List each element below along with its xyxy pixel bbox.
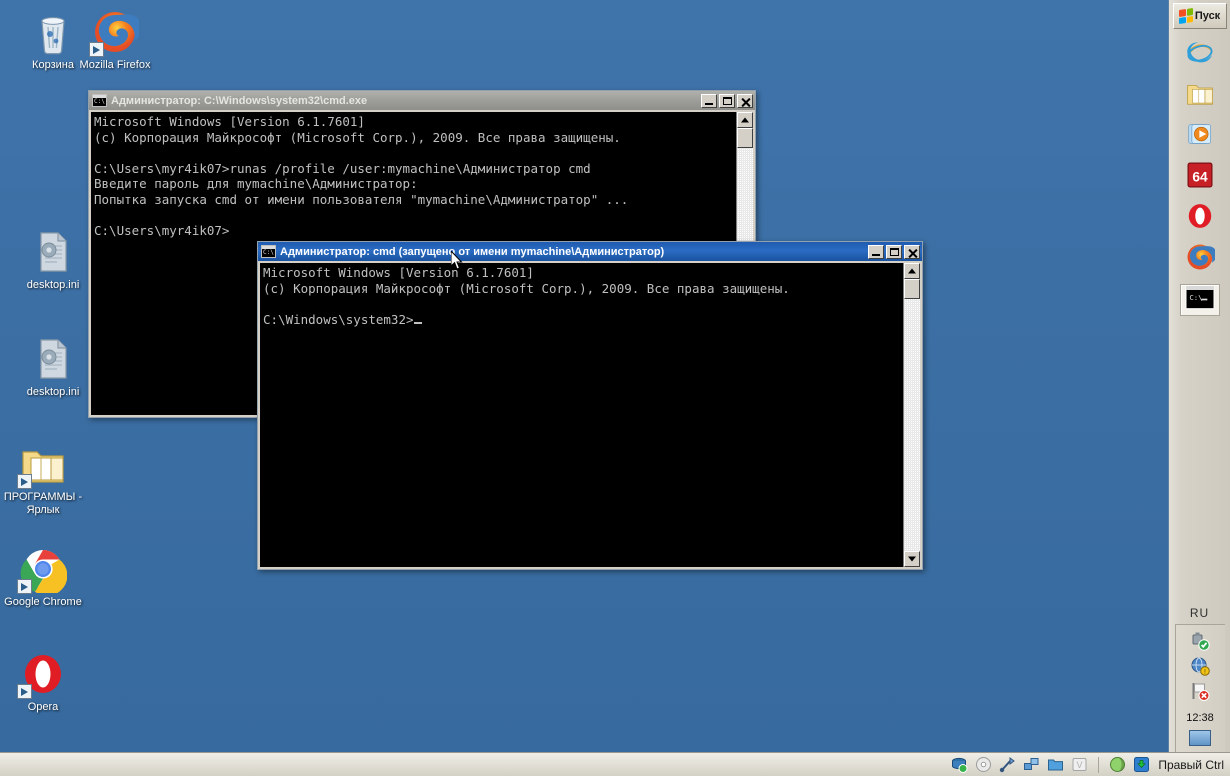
- taskbar-item-windows-media-player[interactable]: [1180, 120, 1220, 152]
- opera-icon: [19, 650, 67, 698]
- windows-media-player-icon: [1185, 119, 1215, 154]
- desktop-icon-label: desktop.ini: [10, 386, 96, 399]
- scrollbar-thumb[interactable]: [737, 128, 753, 148]
- desktop-ini-2-icon: [29, 335, 77, 383]
- internet-explorer-icon: [1185, 37, 1215, 72]
- desktop-icon-mozilla-firefox[interactable]: Mozilla Firefox: [72, 8, 158, 72]
- taskbar-clock[interactable]: 12:38: [1186, 712, 1214, 724]
- svg-text:C:\: C:\: [1189, 293, 1202, 302]
- desktop-icon-desktop-ini-2[interactable]: desktop.ini: [10, 335, 96, 399]
- desktop-icon-opera[interactable]: Opera: [0, 650, 86, 714]
- safely-remove-hardware-icon[interactable]: [1190, 631, 1210, 651]
- shortcut-overlay-icon: [17, 579, 32, 594]
- network-adapter-icon[interactable]: [1023, 756, 1040, 773]
- shortcut-overlay-icon: [17, 684, 32, 699]
- action-center-flag-icon[interactable]: [1190, 681, 1210, 701]
- host-key-label: Правый Ctrl: [1158, 758, 1224, 772]
- virtualbox-status-bar: V Правый Ctrl: [0, 752, 1230, 776]
- text-cursor: [414, 322, 422, 324]
- minimize-button[interactable]: [868, 245, 884, 259]
- desktop-icon-label: ПРОГРАММЫ - Ярлык: [0, 491, 86, 517]
- taskbar-item-app-64[interactable]: 64: [1180, 161, 1220, 193]
- virtualbox-vm-screen: Корзина Mozilla Firefox desktop.ini: [0, 0, 1230, 776]
- language-indicator[interactable]: RU: [1190, 606, 1209, 620]
- taskbar-item-cmd-taskbar-item[interactable]: C:\: [1180, 284, 1220, 316]
- svg-text:!: !: [1204, 669, 1206, 676]
- windows-explorer-icon: [1185, 78, 1215, 113]
- usb-icon[interactable]: [999, 756, 1016, 773]
- desktop-icon-label: desktop.ini: [10, 279, 96, 292]
- scroll-down-button[interactable]: [904, 551, 920, 567]
- minimize-button[interactable]: [701, 94, 717, 108]
- opera-icon: [1185, 201, 1215, 236]
- scroll-up-button[interactable]: [904, 263, 920, 279]
- maximize-button[interactable]: [719, 94, 735, 108]
- desktop-ini-1-icon: [29, 228, 77, 276]
- cmd-window-runas-admin[interactable]: Администратор: cmd (запущено от имени my…: [257, 241, 923, 570]
- mozilla-firefox-icon: [91, 8, 139, 56]
- desktop-icon-label: Opera: [0, 701, 86, 714]
- console-output[interactable]: Microsoft Windows [Version 6.1.7601] (c)…: [260, 263, 903, 567]
- shortcut-overlay-icon: [17, 474, 32, 489]
- close-button[interactable]: [904, 245, 920, 259]
- cmd-window-icon: [92, 94, 107, 107]
- desktop-icon-programy-shortcut[interactable]: ПРОГРАММЫ - Ярлык: [0, 440, 86, 517]
- host-key-icon[interactable]: [1133, 756, 1150, 773]
- status-separator: [1098, 757, 1099, 773]
- window-control-buttons: [868, 245, 920, 259]
- optical-drive-icon[interactable]: [975, 756, 992, 773]
- start-button-label: Пуск: [1195, 10, 1220, 22]
- vertical-scrollbar[interactable]: [903, 263, 920, 567]
- hard-disk-icon[interactable]: [951, 756, 968, 773]
- window-title-text: Администратор: C:\Windows\system32\cmd.e…: [111, 95, 701, 107]
- programy-shortcut-icon: [19, 440, 67, 488]
- cmd-window-icon: [261, 245, 276, 258]
- shortcut-overlay-icon: [89, 42, 104, 57]
- window-title-bar[interactable]: Администратор: C:\Windows\system32\cmd.e…: [89, 91, 755, 110]
- desktop-surface[interactable]: Корзина Mozilla Firefox desktop.ini: [0, 0, 1168, 752]
- windows-logo-icon: [1179, 8, 1193, 24]
- desktop-icon-label: Google Chrome: [0, 596, 86, 609]
- close-button[interactable]: [737, 94, 753, 108]
- recycle-bin-icon: [29, 8, 77, 56]
- desktop-icon-google-chrome[interactable]: Google Chrome: [0, 545, 86, 609]
- shared-folders-icon[interactable]: [1047, 756, 1064, 773]
- guest-additions-icon[interactable]: [1109, 756, 1126, 773]
- network-icon[interactable]: !: [1190, 656, 1210, 676]
- start-button[interactable]: Пуск: [1173, 3, 1227, 29]
- app-64-icon: 64: [1185, 160, 1215, 195]
- window-title-text: Администратор: cmd (запущено от имени my…: [280, 246, 868, 258]
- taskbar-item-internet-explorer[interactable]: [1180, 38, 1220, 70]
- desktop-icon-label: Mozilla Firefox: [72, 59, 158, 72]
- show-desktop-button[interactable]: [1189, 730, 1211, 746]
- system-tray: ! 12:38: [1175, 624, 1225, 752]
- cmd-taskbar-item-icon: C:\: [1184, 282, 1216, 319]
- window-client-area: Microsoft Windows [Version 6.1.7601] (c)…: [258, 261, 922, 569]
- svg-text:64: 64: [1192, 169, 1208, 184]
- window-control-buttons: [701, 94, 753, 108]
- quick-launch-bar: 64 C:\: [1180, 29, 1220, 316]
- taskbar-item-opera[interactable]: [1180, 202, 1220, 234]
- display-icon[interactable]: V: [1071, 756, 1088, 773]
- mozilla-firefox-icon: [1185, 242, 1215, 277]
- taskbar-item-windows-explorer[interactable]: [1180, 79, 1220, 111]
- google-chrome-icon: [19, 545, 67, 593]
- window-title-bar[interactable]: Администратор: cmd (запущено от имени my…: [258, 242, 922, 261]
- scrollbar-track[interactable]: [904, 299, 920, 551]
- maximize-button[interactable]: [886, 245, 902, 259]
- scrollbar-thumb[interactable]: [904, 279, 920, 299]
- desktop-icon-desktop-ini-1[interactable]: desktop.ini: [10, 228, 96, 292]
- svg-text:V: V: [1077, 760, 1083, 770]
- windows-taskbar: Пуск 64: [1168, 0, 1230, 752]
- scroll-up-button[interactable]: [737, 112, 753, 128]
- taskbar-item-mozilla-firefox[interactable]: [1180, 243, 1220, 275]
